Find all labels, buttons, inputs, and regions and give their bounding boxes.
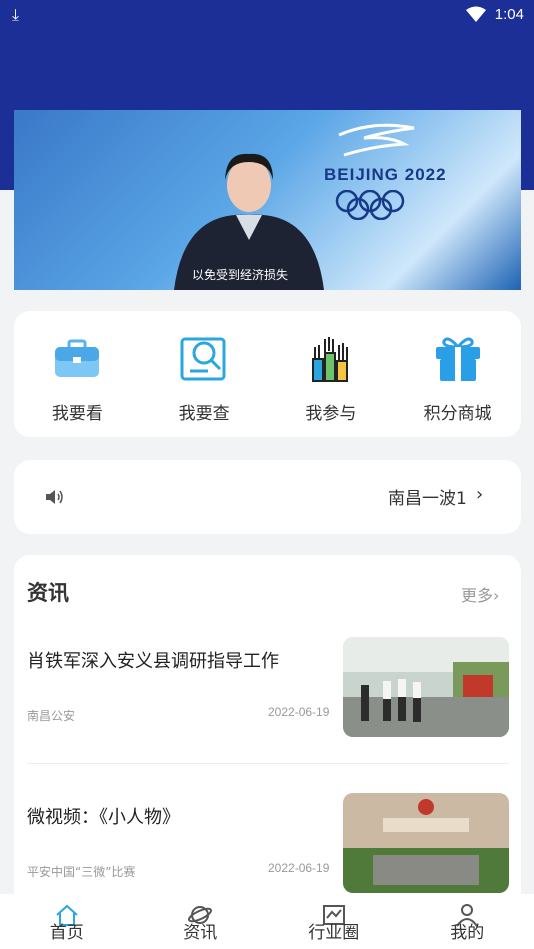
status-time: 1:04 [494,6,524,23]
raised-hands-icon [311,337,348,382]
search-document-icon [180,337,226,381]
news-more-link[interactable]: 更多› [461,582,499,606]
menu-item-label: 积分商城 [423,404,492,424]
bottom-tab-bar: 首页 资讯 行业圈 我的 [0,894,534,949]
notice-text: 南昌一波1 [388,489,467,509]
tab-label: 行业圈 [308,923,360,943]
news-item-date: 2022-06-19 [268,861,330,875]
tab-mine[interactable]: 我的 [401,894,534,949]
news-item-thumbnail [343,793,509,893]
news-title: 资讯 [27,581,69,605]
tab-news[interactable]: 资讯 [134,894,268,949]
news-divider [27,763,509,764]
tab-home[interactable]: 首页 [0,894,134,949]
menu-item-label: 我要看 [51,404,103,424]
menu-item-points-mall[interactable]: 积分商城 [394,311,521,437]
download-icon: ⤓ [12,5,20,24]
banner-caption: 以免受到经济损失 [192,268,289,282]
notice-bar[interactable]: 南昌一波1 › [14,460,521,534]
news-item-source: 南昌公安 [27,709,76,723]
tab-label: 我的 [450,923,485,943]
tab-label: 首页 [49,923,84,943]
wifi-icon [466,6,486,22]
status-bar: ⤓ 1:04 [0,0,534,30]
quick-menu: 我要看 我要查 我参与 积分商城 [14,311,521,437]
news-item[interactable]: 微视频：《小人物》 平安中国“三微”比赛 2022-06-19 [27,791,509,901]
menu-item-label: 我参与 [305,404,357,424]
speaker-icon [46,490,63,504]
menu-item-participate[interactable]: 我参与 [268,311,395,437]
gift-icon [435,337,480,381]
tab-label: 资讯 [183,923,218,943]
olympic-emblem-icon [338,123,415,157]
menu-item-watch[interactable]: 我要看 [14,311,141,437]
news-item-source: 平安中国“三微”比赛 [27,865,136,879]
banner-brand: BEIJING 2022 [324,165,447,184]
chevron-right-icon: › [476,484,484,505]
news-item-title: 微视频：《小人物》 [27,807,180,828]
news-item-thumbnail [343,637,509,737]
news-item[interactable]: 肖铁军深入安义县调研指导工作 南昌公安 2022-06-19 [27,635,509,745]
menu-item-query[interactable]: 我要查 [141,311,268,437]
menu-item-label: 我要查 [178,404,230,424]
news-item-date: 2022-06-19 [268,705,330,719]
tab-industry[interactable]: 行业圈 [267,894,401,949]
olympic-rings-icon [335,190,405,220]
briefcase-icon [55,339,100,377]
news-item-title: 肖铁军深入安义县调研指导工作 [27,651,279,672]
news-section: 资讯 更多› 肖铁军深入安义县调研指导工作 南昌公安 2022-06-19 微视… [14,555,521,915]
banner-carousel[interactable]: BEIJING 2022 以免受到经济损失 [14,110,521,290]
